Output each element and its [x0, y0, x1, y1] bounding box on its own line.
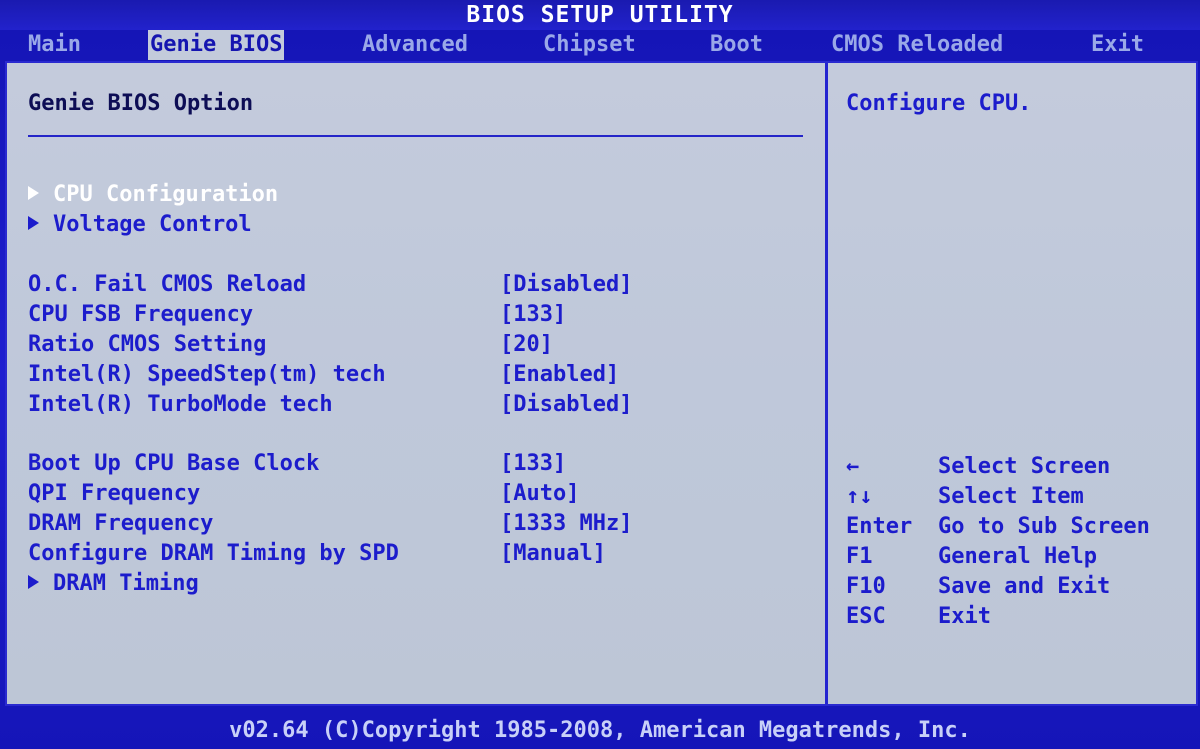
key-description: General Help: [938, 544, 1097, 569]
setting-cpu-fsb-frequency[interactable]: CPU FSB Frequency [133]: [28, 301, 566, 329]
right-triangle-icon: [28, 186, 39, 200]
key-description: Select Item: [938, 484, 1084, 509]
tab-advanced[interactable]: Advanced: [360, 30, 470, 60]
key-legend-item: Enter Go to Sub Screen: [846, 513, 1150, 541]
key-name: F10: [846, 574, 886, 599]
submenu-label: DRAM Timing: [53, 571, 199, 596]
key-description: Select Screen: [938, 454, 1111, 479]
section-divider: [28, 135, 803, 137]
menu-bar: Main Genie BIOS Advanced Chipset Boot CM…: [0, 30, 1200, 62]
setting-configure-dram-timing-by-spd[interactable]: Configure DRAM Timing by SPD [Manual]: [28, 540, 606, 568]
key-legend-item: F10 Save and Exit: [846, 573, 1110, 601]
key-legend-item: F1 General Help: [846, 543, 1097, 571]
submenu-dram-timing[interactable]: DRAM Timing: [28, 570, 199, 598]
key-legend-item: ← Select Screen: [846, 453, 1110, 481]
bios-screen: BIOS SETUP UTILITY Main Genie BIOS Advan…: [0, 0, 1200, 749]
main-panel: Genie BIOS Option CPU Configuration Volt…: [5, 61, 1198, 706]
options-pane: Genie BIOS Option CPU Configuration Volt…: [7, 63, 825, 704]
setting-value[interactable]: [20]: [500, 331, 553, 359]
setting-value[interactable]: [Enabled]: [500, 361, 619, 389]
submenu-voltage-control[interactable]: Voltage Control: [28, 211, 252, 239]
window-title: BIOS SETUP UTILITY: [0, 0, 1200, 30]
setting-value[interactable]: [Manual]: [500, 540, 606, 568]
tab-chipset[interactable]: Chipset: [541, 30, 638, 60]
setting-label: Ratio CMOS Setting: [28, 332, 267, 357]
submenu-label: Voltage Control: [53, 212, 252, 237]
submenu-label: CPU Configuration: [53, 182, 279, 207]
tab-main[interactable]: Main: [26, 30, 83, 60]
setting-oc-fail-cmos-reload[interactable]: O.C. Fail CMOS Reload [Disabled]: [28, 271, 632, 299]
tab-cmos-reloaded[interactable]: CMOS Reloaded: [829, 30, 1005, 60]
key-name: ESC: [846, 604, 886, 629]
key-description: Save and Exit: [938, 574, 1111, 599]
submenu-cpu-configuration[interactable]: CPU Configuration: [28, 181, 278, 209]
setting-label: QPI Frequency: [28, 481, 201, 506]
key-name: F1: [846, 544, 873, 569]
setting-label: Configure DRAM Timing by SPD: [28, 541, 399, 566]
key-description: Go to Sub Screen: [938, 514, 1150, 539]
setting-value[interactable]: [133]: [500, 301, 566, 329]
setting-label: Intel(R) TurboMode tech: [28, 392, 333, 417]
setting-ratio-cmos-setting[interactable]: Ratio CMOS Setting [20]: [28, 331, 553, 359]
key-name: Enter: [846, 514, 913, 539]
setting-boot-up-cpu-base-clock[interactable]: Boot Up CPU Base Clock [133]: [28, 450, 566, 478]
setting-intel-speedstep[interactable]: Intel(R) SpeedStep(tm) tech [Enabled]: [28, 361, 619, 389]
setting-label: O.C. Fail CMOS Reload: [28, 272, 307, 297]
right-triangle-icon: [28, 216, 39, 230]
setting-value[interactable]: [Auto]: [500, 480, 579, 508]
setting-label: CPU FSB Frequency: [28, 302, 254, 327]
key-description: Exit: [938, 604, 991, 629]
up-down-arrow-icon: ↑↓: [846, 484, 873, 509]
setting-value[interactable]: [1333 MHz]: [500, 510, 632, 538]
setting-value[interactable]: [Disabled]: [500, 271, 632, 299]
section-title: Genie BIOS Option: [28, 91, 254, 116]
tab-boot[interactable]: Boot: [708, 30, 765, 60]
setting-dram-frequency[interactable]: DRAM Frequency [1333 MHz]: [28, 510, 632, 538]
copyright-footer: v02.64 (C)Copyright 1985-2008, American …: [229, 718, 971, 743]
help-text: Configure CPU.: [846, 91, 1032, 116]
setting-qpi-frequency[interactable]: QPI Frequency [Auto]: [28, 480, 579, 508]
setting-value[interactable]: [Disabled]: [500, 391, 632, 419]
setting-label: Intel(R) SpeedStep(tm) tech: [28, 362, 386, 387]
help-pane: Configure CPU. ← Select Screen ↑↓ Select I…: [828, 63, 1196, 704]
setting-label: Boot Up CPU Base Clock: [28, 451, 320, 476]
left-arrow-icon: ←: [846, 454, 860, 479]
key-legend-item: ↑↓ Select Item: [846, 483, 1084, 511]
setting-label: DRAM Frequency: [28, 511, 214, 536]
key-legend-item: ESC Exit: [846, 603, 991, 631]
tab-exit[interactable]: Exit: [1089, 30, 1146, 60]
right-triangle-icon: [28, 575, 39, 589]
tab-genie-bios[interactable]: Genie BIOS: [148, 30, 285, 60]
setting-intel-turbomode[interactable]: Intel(R) TurboMode tech [Disabled]: [28, 391, 632, 419]
setting-value[interactable]: [133]: [500, 450, 566, 478]
